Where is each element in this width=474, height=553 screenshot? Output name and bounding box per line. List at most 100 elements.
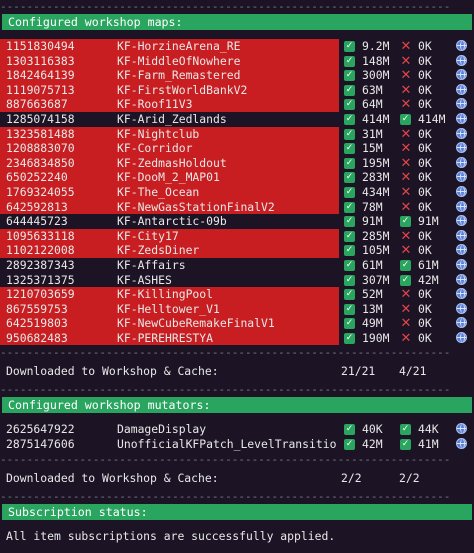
globe-icon-shape — [456, 244, 467, 256]
workshop-size: 285M — [362, 228, 390, 243]
table-row: 1303116383 KF-MiddleOfNowhere ✓ 148M ✕ 0K — [0, 53, 474, 69]
mutators-list: 2625647922 DamageDisplay ✓ 40K ✓ 44K 287514760… — [0, 422, 474, 451]
workshop-size: 31M — [362, 126, 383, 141]
item-name: KF-Arid_Zedlands — [117, 111, 227, 126]
table-row: 1095633118 KF-City17 ✓ 285M ✕ 0K — [0, 228, 474, 244]
globe-icon-shape — [456, 302, 467, 314]
x-icon: ✕ — [400, 199, 412, 215]
workshop-size: 434M — [362, 184, 390, 199]
globe-icon-shape — [456, 142, 467, 154]
check-icon: ✓ — [344, 439, 355, 451]
status-header: Subscription status: — [2, 503, 472, 520]
x-icon: ✕ — [400, 330, 412, 346]
item-id: 644445723 — [6, 214, 68, 229]
summary-workshop-count: 2/2 — [341, 470, 362, 485]
check-icon: ✓ — [344, 70, 355, 82]
cache-size: 0K — [418, 184, 432, 199]
cache-size: 0K — [418, 82, 432, 97]
cache-size: 0K — [418, 228, 432, 243]
summary-label: Downloaded to Workshop & Cache: — [6, 364, 219, 379]
item-id: 1151830494 — [6, 39, 75, 53]
check-icon: ✓ — [344, 143, 355, 155]
globe-icon-shape — [456, 438, 467, 450]
item-id: 1842464139 — [6, 68, 75, 83]
item-name: KF-The_Ocean — [117, 184, 200, 199]
item-id: 2875147606 — [6, 437, 75, 452]
dash-separator: ----------------------------------------… — [0, 346, 451, 360]
workshop-size: 42M — [362, 437, 383, 452]
check-icon: ✓ — [344, 55, 355, 67]
item-name: KF-HorzineArena_RE — [117, 39, 241, 53]
dash-separator: ----------------------------------------… — [0, 452, 451, 466]
table-row: 2625647922 DamageDisplay ✓ 40K ✓ 44K — [0, 422, 474, 437]
workshop-size: 64M — [362, 97, 383, 112]
item-id: 2625647922 — [6, 422, 75, 437]
item-id: 887663687 — [6, 97, 68, 112]
globe-icon-shape — [456, 273, 467, 285]
x-icon: ✕ — [400, 141, 412, 157]
x-icon: ✕ — [400, 97, 412, 113]
cache-size: 0K — [418, 155, 432, 170]
dash-separator: ----------------------------------------… — [0, 383, 451, 397]
workshop-size: 40K — [362, 422, 383, 437]
globe-icon-shape — [456, 423, 467, 435]
table-row: 1119075713 KF-FirstWorldBankV2 ✓ 63M ✕ 0K — [0, 82, 474, 98]
table-row: 650252240 KF-DooM_2_MAP01 ✓ 283M ✕ 0K — [0, 170, 474, 185]
workshop-size: 61M — [362, 257, 383, 272]
item-id: 1208883070 — [6, 141, 75, 156]
workshop-size: 300M — [362, 68, 390, 83]
item-id: 642592813 — [6, 199, 68, 214]
cache-size: 0K — [418, 170, 432, 185]
dash-separator: ----------------------------------------… — [0, 0, 451, 13]
table-row: 1210703659 KF-KillingPool ✓ 52M ✕ 0K — [0, 287, 474, 302]
check-icon: ✓ — [344, 230, 355, 242]
cache-size: 0K — [418, 199, 432, 214]
check-icon: ✓ — [344, 216, 355, 228]
workshop-size: 13M — [362, 301, 383, 316]
item-id: 867559753 — [6, 301, 68, 316]
workshop-size: 49M — [362, 316, 383, 331]
check-icon: ✓ — [400, 113, 411, 125]
item-id: 1325371375 — [6, 272, 75, 287]
cache-size: 61M — [418, 257, 439, 272]
check-icon: ✓ — [344, 41, 355, 52]
globe-icon-shape — [456, 40, 467, 51]
summary-cache-count: 2/2 — [399, 470, 420, 485]
table-row: 1323581488 KF-Nightclub ✓ 31M ✕ 0K — [0, 126, 474, 142]
summary-workshop-count: 21/21 — [341, 364, 376, 379]
globe-icon-shape — [456, 200, 467, 212]
item-name: KF-NewGasStationFinalV2 — [117, 199, 275, 214]
check-icon: ✓ — [400, 274, 411, 286]
globe-icon-shape — [456, 317, 467, 329]
x-icon: ✕ — [400, 82, 412, 98]
globe-icon-shape — [456, 185, 467, 197]
table-row: 1285074158 KF-Arid_Zedlands ✓ 414M ✓ 414M — [0, 112, 474, 127]
workshop-size: 9.2M — [362, 39, 390, 53]
check-icon: ✓ — [344, 172, 355, 184]
globe-icon-shape — [456, 156, 467, 168]
item-name: KF-KillingPool — [117, 287, 214, 302]
item-name: KF-FirstWorldBankV2 — [117, 82, 248, 97]
item-name: KF-Nightclub — [117, 126, 200, 141]
workshop-size: 148M — [362, 53, 390, 68]
x-icon: ✕ — [400, 184, 412, 200]
check-icon: ✓ — [344, 186, 355, 198]
workshop-size: 190M — [362, 330, 390, 345]
workshop-size: 414M — [362, 111, 390, 126]
cache-size: 0K — [418, 301, 432, 316]
item-id: 1210703659 — [6, 287, 75, 302]
summary-label: Downloaded to Workshop & Cache: — [6, 470, 219, 485]
item-name: KF-ASHES — [117, 272, 172, 287]
cache-size: 0K — [418, 97, 432, 112]
summary-cache-count: 4/21 — [399, 364, 427, 379]
item-name: KF-ZedmasHoldout — [117, 155, 227, 170]
check-icon: ✓ — [400, 216, 411, 228]
check-icon: ✓ — [400, 439, 411, 451]
table-row: 1842464139 KF-Farm_Remastered ✓ 300M ✕ 0K — [0, 68, 474, 83]
table-row: 1325371375 KF-ASHES ✓ 307M ✓ 42M — [0, 273, 474, 288]
item-name: KF-Corridor — [117, 141, 193, 156]
item-name: KF-City17 — [117, 228, 179, 243]
check-icon: ✓ — [344, 245, 355, 257]
check-icon: ✓ — [344, 157, 355, 169]
cache-size: 0K — [418, 39, 432, 53]
